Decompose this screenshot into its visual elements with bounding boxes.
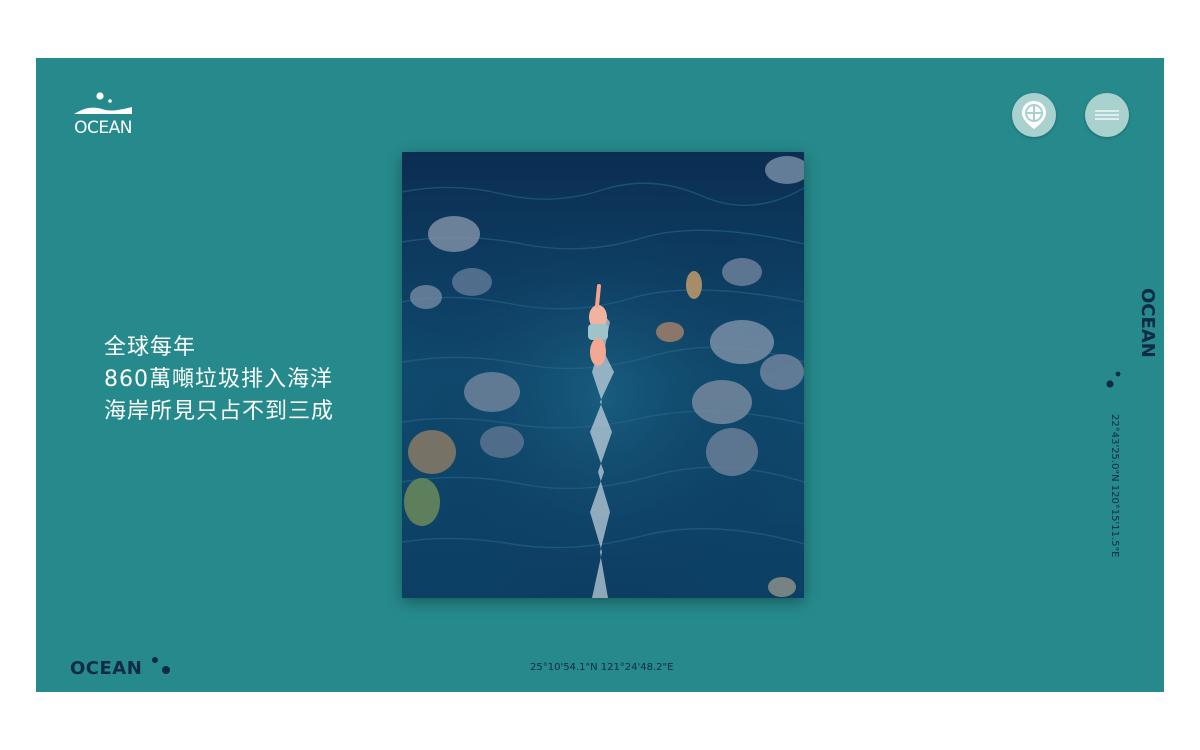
hamburger-menu-icon bbox=[1095, 110, 1119, 120]
logo-text: OCEAN bbox=[74, 118, 132, 138]
side-dots-icon bbox=[1106, 371, 1121, 388]
location-button[interactable] bbox=[1012, 93, 1056, 137]
hero-panel: OCEAN 全球每年 860萬噸垃圾排入海洋 海岸所見只占不到三成 OCEAN … bbox=[36, 58, 1164, 692]
map-pin-icon bbox=[1022, 101, 1046, 129]
menu-button[interactable] bbox=[1085, 93, 1129, 137]
side-coordinates: 22°43'25.0"N 120°15'11.5"E bbox=[1109, 414, 1120, 558]
wave-logo-icon bbox=[74, 92, 132, 114]
swimmer-among-debris-image bbox=[402, 152, 804, 598]
headline-line-1: 全球每年 bbox=[104, 335, 197, 360]
headline-line-2: 860萬噸垃圾排入海洋 bbox=[104, 367, 333, 392]
headline-line-3: 海岸所見只占不到三成 bbox=[104, 399, 335, 424]
ocean-swimmer-photo bbox=[402, 152, 804, 598]
bottom-dots-icon bbox=[152, 657, 170, 674]
side-brand-word: OCEAN bbox=[1137, 288, 1158, 358]
bottom-brand-word: OCEAN bbox=[70, 658, 143, 679]
ocean-logo[interactable]: OCEAN bbox=[70, 90, 136, 138]
headline: 全球每年 860萬噸垃圾排入海洋 海岸所見只占不到三成 bbox=[104, 332, 334, 428]
bottom-coordinates: 25°10'54.1"N 121°24'48.2"E bbox=[530, 662, 674, 673]
